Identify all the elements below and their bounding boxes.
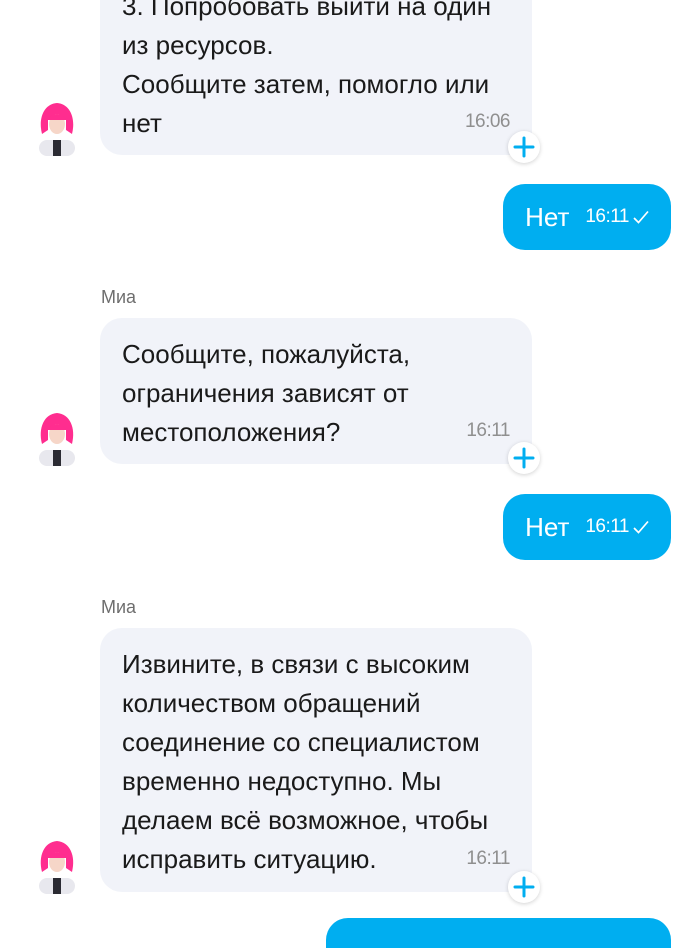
- add-reaction-button[interactable]: [508, 131, 540, 163]
- message-text: 3. Попробовать выйти на один из ресурсов…: [122, 0, 492, 138]
- add-reaction-button[interactable]: [508, 871, 540, 903]
- avatar: [32, 838, 82, 894]
- check-icon: [633, 520, 649, 534]
- message-text: Нет: [525, 511, 570, 542]
- outgoing-message-bubble[interactable]: Нет 16:11: [503, 494, 671, 560]
- message-time: 16:11: [585, 516, 629, 537]
- add-reaction-button[interactable]: [508, 442, 540, 474]
- avatar-icon: [32, 410, 82, 466]
- incoming-message-bubble[interactable]: Извините, в связи с высоким количеством …: [100, 628, 532, 892]
- check-icon: [633, 210, 649, 224]
- plus-icon: [508, 871, 540, 903]
- avatar: [32, 410, 82, 466]
- sender-name: Миа: [101, 597, 137, 617]
- message-text: Сообщите, пожалуйста, ограничения завися…: [122, 339, 411, 447]
- message-time: 16:11: [466, 848, 510, 869]
- outgoing-message-bubble[interactable]: Нет 16:11: [503, 184, 671, 250]
- sender-name: Миа: [101, 287, 137, 307]
- message-time: 16:06: [464, 111, 511, 132]
- message-text: Извините, в связи с высоким количеством …: [122, 649, 489, 874]
- message-text: Нет: [525, 201, 570, 232]
- message-time: 16:11: [585, 206, 629, 227]
- message-time: 16:11: [466, 420, 510, 441]
- avatar: [32, 100, 82, 156]
- avatar-icon: [32, 838, 82, 894]
- incoming-message-bubble[interactable]: Сообщите, пожалуйста, ограничения завися…: [100, 318, 532, 464]
- avatar-icon: [32, 100, 82, 156]
- plus-icon: [508, 131, 540, 163]
- plus-icon: [508, 442, 540, 474]
- incoming-message-bubble[interactable]: 3. Попробовать выйти на один из ресурсов…: [100, 0, 532, 155]
